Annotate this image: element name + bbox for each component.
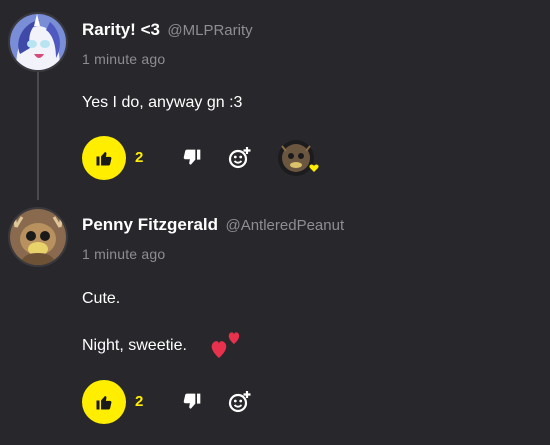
thumbs-up-icon: [96, 396, 112, 410]
post-text-segment: Night, sweetie.: [82, 337, 187, 354]
like-count: 2: [135, 393, 144, 410]
display-name[interactable]: Rarity! <3: [82, 20, 160, 39]
timestamp[interactable]: 1 minute ago: [82, 246, 165, 262]
post-text-line: Cute.: [82, 290, 121, 307]
add-emoji-icon: [228, 147, 251, 169]
add-reaction-button[interactable]: [228, 146, 252, 170]
dislike-button[interactable]: [182, 148, 202, 168]
deer-avatar-icon[interactable]: [8, 207, 68, 267]
post-actions: 2: [82, 380, 482, 424]
like-button[interactable]: [82, 136, 126, 180]
unicorn-avatar-icon[interactable]: [8, 12, 68, 72]
two-hearts-icon: [210, 328, 240, 358]
post-text-line: Yes I do, anyway gn :3: [82, 94, 243, 111]
thumbs-down-icon: [183, 149, 201, 165]
thread-connector-line: [37, 72, 39, 200]
user-handle[interactable]: @AntleredPeanut: [225, 217, 344, 234]
like-count: 2: [135, 149, 144, 166]
dislike-button[interactable]: [182, 392, 202, 412]
add-reaction-button[interactable]: [228, 390, 252, 414]
user-handle[interactable]: @MLPRarity: [167, 22, 252, 39]
thumbs-down-icon: [183, 393, 201, 409]
display-name[interactable]: Penny Fitzgerald: [82, 215, 218, 234]
timestamp[interactable]: 1 minute ago: [82, 51, 165, 67]
post-header: Penny Fitzgerald @AntleredPeanut: [82, 215, 344, 235]
thumbs-up-icon: [96, 152, 112, 166]
post-text-line: Night, sweetie.: [82, 337, 187, 355]
heart-reaction-icon[interactable]: [276, 138, 319, 178]
post-actions: 2: [82, 136, 482, 180]
like-button[interactable]: [82, 380, 126, 424]
add-emoji-icon: [228, 391, 251, 413]
post-header: Rarity! <3 @MLPRarity: [82, 20, 253, 40]
